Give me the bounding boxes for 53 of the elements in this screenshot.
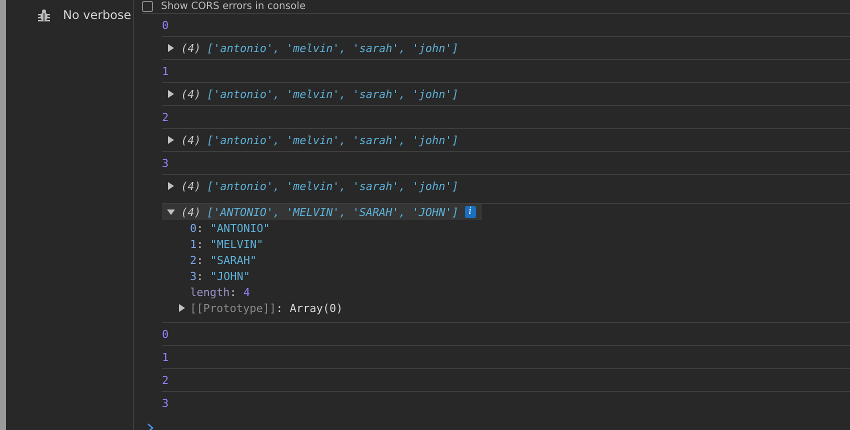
log-number: 2	[162, 374, 169, 386]
property-colon: :	[276, 302, 283, 314]
info-badge[interactable]: i	[464, 206, 476, 218]
array-items: ['antonio', 'melvin', 'sarah', 'john']	[206, 180, 459, 192]
property-key: 1	[190, 238, 197, 250]
array-count: (4)	[181, 180, 201, 192]
property-value: "ANTONIO"	[210, 222, 270, 234]
property-key: length	[190, 286, 230, 298]
property-value: 4	[243, 286, 250, 298]
property-colon: :	[196, 254, 204, 266]
array-count: (4)	[181, 42, 201, 54]
log-number: 1	[162, 350, 169, 364]
array-count: (4)	[181, 134, 201, 146]
property-value: Array(0)	[290, 302, 343, 314]
expand-triangle-icon[interactable]	[178, 304, 186, 312]
array-count: (4)	[181, 88, 201, 100]
property-colon: :	[196, 238, 204, 250]
setting-label: Show CORS errors in console	[161, 1, 306, 12]
property-key: 0	[190, 222, 197, 234]
array-preview[interactable]: (4) ['antonio', 'melvin', 'sarah', 'john']	[162, 175, 465, 197]
prompt-chevron-icon[interactable]	[147, 423, 154, 430]
log-number: 3	[162, 156, 169, 170]
property-key: [[Prototype]]	[190, 302, 276, 314]
property-colon: :	[230, 286, 236, 298]
log-number: 0	[162, 328, 169, 340]
expand-triangle-icon[interactable]	[167, 136, 175, 144]
log-number: 1	[162, 64, 169, 78]
checkbox[interactable]	[142, 1, 153, 12]
array-preview[interactable]: (4) ['antonio', 'melvin', 'sarah', 'john']	[162, 129, 465, 151]
array-preview[interactable]: (4) ['antonio', 'melvin', 'sarah', 'john']	[162, 37, 465, 59]
array-items: ['antonio', 'melvin', 'sarah', 'john']	[206, 134, 459, 146]
property-value: "JOHN"	[210, 270, 250, 282]
property-key: 2	[190, 254, 197, 266]
array-items: ['ANTONIO', 'MELVIN', 'SARAH', 'JOHN']	[206, 206, 459, 218]
property-colon: :	[196, 270, 204, 282]
array-count: (4)	[181, 206, 201, 218]
property-value: "SARAH"	[210, 254, 257, 266]
log-number: 0	[162, 18, 169, 32]
property-colon: :	[196, 222, 204, 234]
expand-triangle-icon[interactable]	[167, 44, 175, 52]
array-items: ['antonio', 'melvin', 'sarah', 'john']	[206, 42, 459, 54]
array-preview[interactable]: (4) ['antonio', 'melvin', 'sarah', 'john']	[162, 83, 465, 105]
collapse-triangle-icon[interactable]	[167, 208, 175, 216]
expand-triangle-icon[interactable]	[167, 182, 175, 190]
bug-icon	[38, 8, 50, 22]
property-value: "MELVIN"	[210, 238, 264, 250]
array-items: ['antonio', 'melvin', 'sarah', 'john']	[206, 88, 459, 100]
log-number: 2	[162, 110, 169, 124]
sidebar-item[interactable]: No verbose	[6, 0, 133, 24]
property-key: 3	[190, 270, 197, 282]
expand-triangle-icon[interactable]	[167, 90, 175, 98]
log-number: 3	[162, 396, 169, 410]
array-preview[interactable]: (4) ['ANTONIO', 'MELVIN', 'SARAH', 'JOHN'] i	[162, 204, 482, 220]
